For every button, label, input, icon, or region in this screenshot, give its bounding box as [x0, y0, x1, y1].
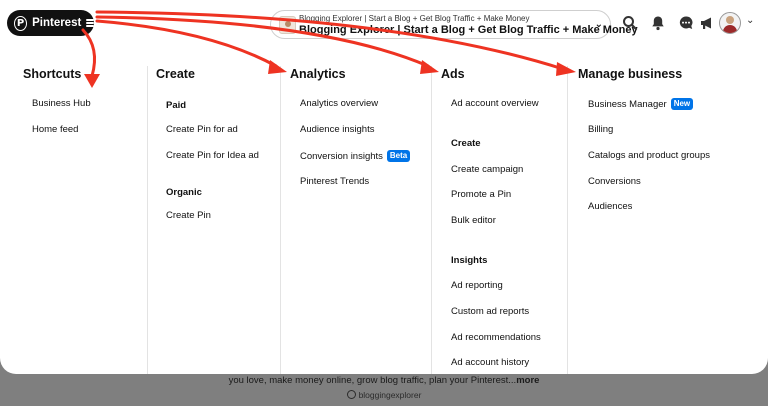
menu-item-custom-ad-reports[interactable]: Custom ad reports	[451, 306, 529, 317]
shortcuts-column: Shortcuts Business Hub Home feed	[0, 48, 147, 374]
menu-item-business-manager[interactable]: Business Manager New	[588, 98, 694, 110]
new-badge: New	[670, 98, 694, 110]
avatar[interactable]	[719, 12, 741, 34]
bell-icon[interactable]	[649, 14, 667, 32]
menu-item-create-campaign[interactable]: Create campaign	[451, 164, 523, 175]
hamburger-icon	[86, 19, 94, 27]
menu-item-home-feed[interactable]: Home feed	[32, 124, 78, 135]
menu-item-catalogs-and-product-groups[interactable]: Catalogs and product groups	[588, 150, 710, 161]
menu-item-audiences[interactable]: Audiences	[588, 201, 632, 212]
pinterest-logo-icon: P	[14, 15, 28, 31]
business-menu-panel: Shortcuts Business Hub Home feed Create …	[0, 48, 768, 374]
analytics-column: Analytics Analytics overview Audience in…	[281, 48, 431, 374]
profile-handle[interactable]: bloggingexplorer	[359, 390, 422, 400]
menu-item-business-hub[interactable]: Business Hub	[32, 98, 91, 109]
pinterest-small-icon	[346, 390, 356, 399]
more-link[interactable]: more	[516, 375, 539, 386]
manage-business-title: Manage business	[578, 67, 683, 81]
insights-heading: Insights	[451, 255, 488, 266]
shortcuts-title: Shortcuts	[23, 67, 82, 81]
menu-item-create-pin-for-ad[interactable]: Create Pin for ad	[166, 124, 238, 135]
menu-item-promote-a-pin[interactable]: Promote a Pin	[451, 189, 511, 200]
manage-business-column: Manage business Business Manager New Bil…	[568, 48, 768, 374]
menu-item-bulk-editor[interactable]: Bulk editor	[451, 215, 496, 226]
chevron-down-icon: ⌄	[594, 19, 603, 30]
business-manager-label: Business Manager	[588, 98, 667, 110]
create-column: Create Paid Create Pin for ad Create Pin…	[148, 48, 280, 374]
brand-label: Pinterest	[32, 17, 82, 29]
beta-badge: Beta	[386, 150, 411, 162]
profile-attribution: bloggingexplorer	[0, 390, 768, 400]
menu-item-ad-reporting[interactable]: Ad reporting	[451, 280, 503, 291]
board-subtitle: Blogging Explorer | Start a Blog + Get B…	[299, 14, 530, 23]
search-icon[interactable]	[621, 14, 639, 32]
menu-item-ad-account-history[interactable]: Ad account history	[451, 357, 529, 368]
board-thumbnail	[279, 16, 296, 34]
menu-item-conversions[interactable]: Conversions	[588, 176, 641, 187]
board-selector[interactable]: Blogging Explorer | Start a Blog + Get B…	[270, 10, 638, 39]
menu-item-audience-insights[interactable]: Audience insights	[300, 124, 374, 135]
ads-column: Ads Ad account overview Create Create ca…	[432, 48, 567, 374]
paid-heading: Paid	[166, 100, 187, 111]
menu-item-ad-account-overview[interactable]: Ad account overview	[451, 98, 539, 109]
menu-item-create-pin[interactable]: Create Pin	[166, 210, 211, 221]
menu-item-pinterest-trends[interactable]: Pinterest Trends	[300, 176, 369, 187]
ads-title: Ads	[441, 67, 465, 81]
chat-icon[interactable]	[677, 14, 695, 32]
megaphone-icon[interactable]	[698, 14, 716, 32]
menu-item-create-pin-for-idea-ad[interactable]: Create Pin for Idea ad	[166, 150, 259, 161]
conversion-insights-label: Conversion insights	[300, 150, 383, 162]
account-chevron-down-icon[interactable]: ⌄	[746, 15, 754, 26]
pin-description-text: you love, make money online, grow blog t…	[228, 375, 517, 386]
pin-description: you love, make money online, grow blog t…	[0, 375, 768, 386]
board-title: Blogging Explorer | Start a Blog + Get B…	[299, 24, 638, 36]
top-navigation-bar: P Pinterest Blogging Explorer | Start a …	[0, 0, 768, 48]
menu-item-analytics-overview[interactable]: Analytics overview	[300, 98, 378, 109]
ads-create-heading: Create	[451, 138, 481, 149]
create-title: Create	[156, 67, 195, 81]
menu-item-conversion-insights[interactable]: Conversion insights Beta	[300, 150, 411, 162]
pinterest-menu-button[interactable]: P Pinterest	[7, 10, 94, 36]
analytics-title: Analytics	[290, 67, 346, 81]
organic-heading: Organic	[166, 187, 202, 198]
menu-item-billing[interactable]: Billing	[588, 124, 613, 135]
menu-item-ad-recommendations[interactable]: Ad recommendations	[451, 332, 541, 343]
